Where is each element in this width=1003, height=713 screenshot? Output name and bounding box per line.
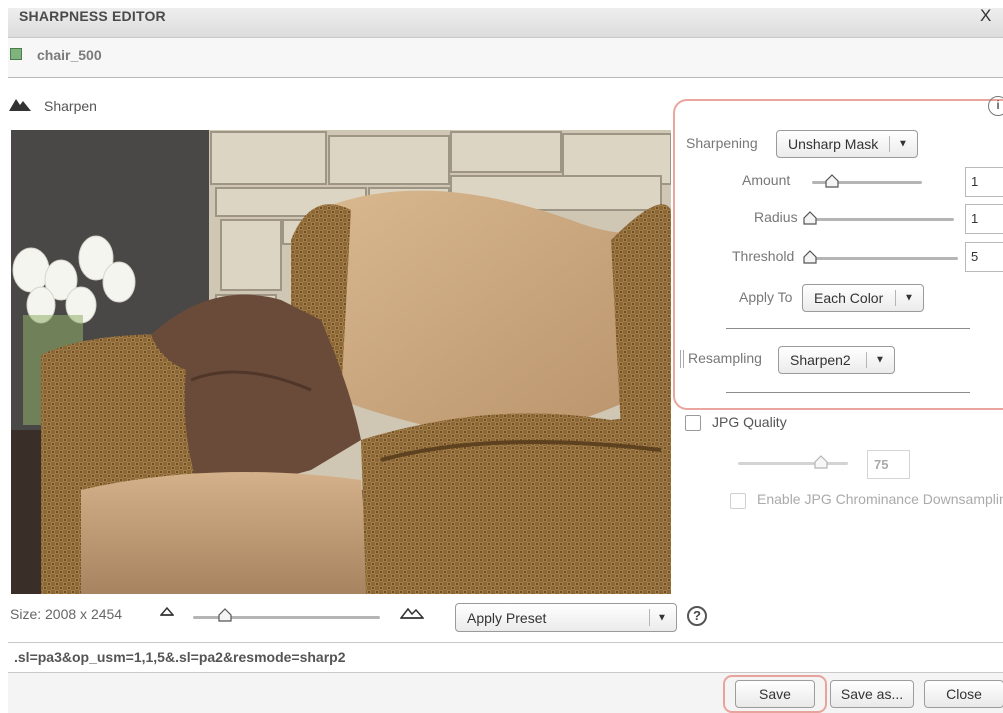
threshold-slider-track[interactable] bbox=[806, 257, 958, 260]
jpg-quality-label: JPG Quality bbox=[712, 414, 787, 430]
radius-slider-thumb[interactable] bbox=[803, 211, 817, 225]
dropdown-separator bbox=[889, 136, 890, 152]
jpg-quality-slider-track[interactable] bbox=[738, 462, 848, 465]
radius-input[interactable]: 1 bbox=[965, 204, 1003, 234]
image-preview[interactable] bbox=[11, 130, 671, 594]
jpg-quality-slider-thumb[interactable] bbox=[814, 455, 828, 469]
chroma-downsampling-label: Enable JPG Chrominance Downsampling bbox=[757, 491, 1003, 507]
dropdown-separator bbox=[866, 352, 867, 368]
zoom-slider-thumb[interactable] bbox=[218, 608, 232, 622]
chevron-down-icon: ▼ bbox=[657, 612, 667, 623]
amount-label: Amount bbox=[742, 172, 791, 188]
dropdown-separator bbox=[649, 609, 650, 626]
radius-slider-track[interactable] bbox=[806, 218, 954, 221]
jpg-quality-checkbox[interactable] bbox=[685, 415, 701, 431]
zoom-out-mountain-icon[interactable] bbox=[160, 606, 174, 616]
save-as-button[interactable]: Save as... bbox=[830, 680, 914, 708]
grip-handle-icon bbox=[680, 350, 684, 368]
chevron-down-icon: ▼ bbox=[875, 354, 885, 366]
threshold-input[interactable]: 5 bbox=[965, 242, 1003, 272]
apply-preset-label: Apply Preset bbox=[467, 609, 547, 626]
sharpening-mode-value: Unsharp Mask bbox=[788, 136, 879, 152]
chroma-downsampling-checkbox[interactable] bbox=[730, 493, 746, 509]
dropdown-separator bbox=[895, 290, 896, 306]
divider bbox=[726, 328, 970, 329]
chevron-down-icon: ▼ bbox=[898, 138, 908, 150]
amount-slider-thumb[interactable] bbox=[825, 174, 839, 188]
radius-label: Radius bbox=[754, 209, 798, 225]
help-icon[interactable]: ? bbox=[687, 606, 707, 626]
preview-illustration bbox=[11, 130, 671, 594]
divider bbox=[726, 392, 970, 393]
apply-to-label: Apply To bbox=[739, 289, 793, 305]
mountains-icon bbox=[9, 99, 31, 111]
apply-to-dropdown[interactable]: Each Color ▼ bbox=[802, 284, 924, 312]
close-button[interactable]: Close bbox=[924, 680, 1003, 708]
resampling-value: Sharpen2 bbox=[790, 352, 851, 368]
resampling-dropdown[interactable]: Sharpen2 ▼ bbox=[778, 346, 895, 374]
info-icon[interactable]: i bbox=[988, 96, 1003, 116]
save-button[interactable]: Save bbox=[735, 680, 815, 708]
apply-preset-dropdown[interactable]: Apply Preset ▼ bbox=[455, 603, 677, 632]
close-icon[interactable]: X bbox=[980, 6, 991, 26]
image-size-label: Size: 2008 x 2454 bbox=[10, 606, 123, 622]
zoom-in-mountain-icon[interactable] bbox=[400, 607, 424, 619]
threshold-slider-thumb[interactable] bbox=[803, 250, 817, 264]
sharpening-label: Sharpening bbox=[686, 135, 758, 151]
chevron-down-icon: ▼ bbox=[904, 292, 914, 304]
resampling-label: Resampling bbox=[688, 350, 762, 366]
asset-row bbox=[8, 38, 1003, 78]
url-text[interactable]: .sl=pa3&op_usm=1,1,5&.sl=pa2&resmode=sha… bbox=[14, 649, 346, 665]
jpg-quality-input[interactable]: 75 bbox=[867, 450, 910, 479]
green-square-icon bbox=[10, 48, 22, 60]
threshold-label: Threshold bbox=[732, 248, 795, 264]
asset-name: chair_500 bbox=[37, 47, 102, 63]
section-label: Sharpen bbox=[44, 98, 97, 114]
sharpening-mode-dropdown[interactable]: Unsharp Mask ▼ bbox=[776, 130, 918, 158]
amount-input[interactable]: 1 bbox=[965, 167, 1003, 197]
apply-to-value: Each Color bbox=[814, 290, 884, 306]
window-title: SHARPNESS EDITOR bbox=[19, 8, 166, 24]
